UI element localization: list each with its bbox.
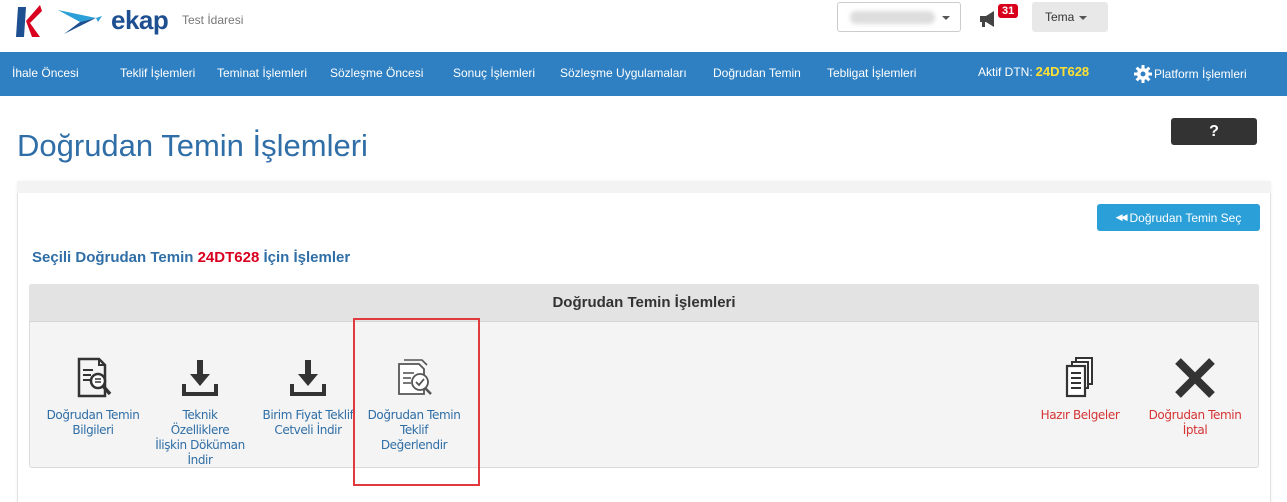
chevron-down-icon [942,16,950,20]
chevron-down-icon [1079,15,1088,20]
main-navbar: İhale Öncesi Teklif İşlemleri Teminat İş… [0,52,1287,96]
op-birim-fiyat-cetveli-indir[interactable]: Birim Fiyat Teklif Cetveli İndir [253,356,363,438]
theme-dropdown[interactable]: Tema [1032,2,1108,32]
active-dtn: Aktif DTN: 24DT628 [978,64,1089,79]
k-logo-icon [16,5,42,37]
panel-top-strip [17,181,1271,193]
op-label: Hazır Belgeler [1040,408,1120,422]
nav-sonuc-islemleri[interactable]: Sonuç İşlemleri [453,66,535,80]
cancel-x-icon [1175,358,1215,398]
op-label: Teknik Özelliklere İlişkin Döküman İndir [155,408,245,467]
user-select[interactable] [837,2,961,32]
op-label: Doğrudan Temin İptal [1148,408,1242,437]
documents-stack-icon [1065,357,1093,398]
megaphone-icon [980,11,994,27]
op-hazir-belgeler[interactable]: Hazır Belgeler [1025,356,1135,423]
download-icon [290,360,326,396]
nav-ihale-oncesi[interactable]: İhale Öncesi [12,66,79,80]
download-icon [182,360,218,396]
nav-sozlesme-oncesi[interactable]: Sözleşme Öncesi [330,66,423,80]
highlight-box [353,318,480,486]
nav-teminat-islemleri[interactable]: Teminat İşlemleri [217,66,307,80]
section-title: Seçili Doğrudan Temin 24DT628 İçin İşlem… [32,249,350,266]
nav-platform-islemleri[interactable]: Platform İşlemleri [1133,64,1247,84]
op-dogrudan-temin-bilgileri[interactable]: Doğrudan Temin Bilgileri [38,356,148,438]
op-label: Birim Fiyat Teklif Cetveli İndir [262,408,354,437]
theme-label: Tema [1045,10,1075,24]
select-button-label: Doğrudan Temin Seç [1129,210,1242,225]
op-label: Doğrudan Temin Bilgileri [46,408,140,437]
ekap-logo-text: ekap [111,5,169,35]
org-name: Test İdaresi [182,13,244,27]
gear-icon [1134,65,1152,83]
active-dtn-code: 24DT628 [1035,64,1090,79]
dogrudan-temin-sec-button[interactable]: ◀◀ Doğrudan Temin Seç [1097,204,1260,231]
top-bar: ekap Test İdaresi 31 Tema [0,0,1287,52]
operations-header: Doğrudan Temin İşlemleri [29,284,1259,322]
user-name-blurred [850,11,935,24]
platform-label: Platform İşlemleri [1154,67,1247,81]
notification-count-badge: 31 [998,4,1019,18]
nav-teklif-islemleri[interactable]: Teklif İşlemleri [120,66,195,80]
op-dogrudan-temin-iptal[interactable]: Doğrudan Temin İptal [1140,356,1250,438]
document-search-icon [77,357,112,398]
notifications-button[interactable]: 31 [978,4,1024,28]
page-title: Doğrudan Temin İşlemleri [17,128,368,163]
section-title-suffix: İçin İşlemler [263,249,351,266]
nav-sozlesme-uygulamalari[interactable]: Sözleşme Uygulamaları [560,66,687,80]
double-chevron-left-icon: ◀◀ [1115,212,1128,222]
help-button[interactable]: ? [1171,118,1257,145]
active-dtn-label: Aktif DTN: [978,65,1033,79]
section-title-code: 24DT628 [197,249,260,266]
nav-dogrudan-temin[interactable]: Doğrudan Temin [713,66,801,80]
bird-logo-icon [58,10,102,34]
op-teknik-dokuman-indir[interactable]: Teknik Özelliklere İlişkin Döküman İndir [145,356,255,468]
section-title-prefix: Seçili Doğrudan Temin [32,249,194,266]
nav-tebligat-islemleri[interactable]: Tebligat İşlemleri [827,66,916,80]
